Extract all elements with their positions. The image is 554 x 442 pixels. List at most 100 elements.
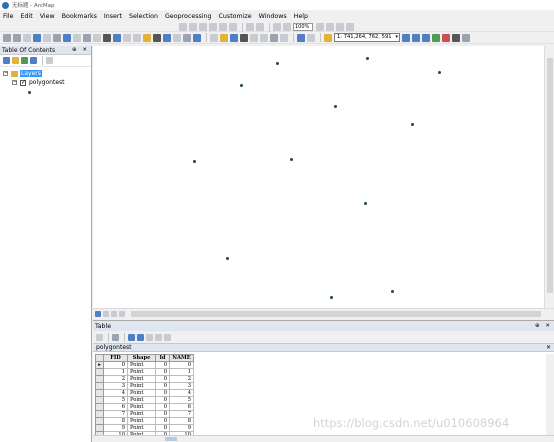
row-selector[interactable] (95, 382, 104, 390)
copy-icon[interactable] (260, 33, 268, 42)
table-row[interactable]: 2 Point 0 2 (95, 375, 194, 383)
column-header-name[interactable]: NAME (169, 354, 194, 362)
measure-icon[interactable] (143, 33, 151, 42)
save-icon[interactable] (230, 33, 238, 42)
menu-insert[interactable]: Insert (104, 13, 122, 20)
table-options-icon[interactable] (96, 333, 103, 341)
layout-view-icon[interactable] (103, 310, 109, 317)
map-point[interactable] (334, 105, 337, 108)
hyperlink-icon[interactable] (123, 33, 131, 42)
tree-row-layers[interactable]: − Layers (3, 70, 42, 77)
layout-pan-icon[interactable] (229, 23, 237, 31)
layer-name[interactable]: polygontest (29, 79, 65, 86)
row-selector[interactable] (95, 375, 104, 383)
clear-table-selection-icon[interactable] (146, 333, 153, 341)
map-point[interactable] (240, 84, 243, 87)
forward-extent-icon[interactable] (209, 23, 217, 31)
cut-icon[interactable] (250, 33, 258, 42)
data-view-icon[interactable] (95, 310, 101, 317)
arctoolbox-icon[interactable] (442, 33, 450, 42)
menu-bookmarks[interactable]: Bookmarks (62, 13, 97, 20)
list-by-visibility-icon[interactable] (21, 57, 28, 64)
find-route-icon[interactable] (163, 33, 171, 42)
table-nav-control[interactable] (165, 437, 177, 441)
whole-page-icon[interactable] (273, 23, 281, 31)
list-by-source-icon[interactable] (12, 57, 19, 64)
forward-arrow-icon[interactable] (73, 33, 81, 42)
clear-selection-icon[interactable] (93, 33, 101, 42)
map-point[interactable] (193, 160, 196, 163)
map-display[interactable] (93, 46, 544, 308)
redo-icon[interactable] (307, 33, 315, 42)
data-driven-pages-icon[interactable] (346, 23, 354, 31)
create-viewer-icon[interactable] (193, 33, 201, 42)
fixed-zoom-icon[interactable] (43, 33, 51, 42)
map-point[interactable] (438, 71, 441, 74)
row-selector[interactable] (95, 368, 104, 376)
change-layout-icon[interactable] (336, 23, 344, 31)
zoom-100-icon[interactable] (283, 23, 291, 31)
map-vertical-scrollbar[interactable] (544, 46, 554, 308)
pause-drawing-icon[interactable] (119, 310, 125, 317)
time-slider-icon[interactable] (183, 33, 191, 42)
table-row[interactable]: 4 Point 0 4 (95, 389, 194, 397)
table-vertical-scrollbar[interactable] (546, 354, 554, 436)
menu-customize[interactable]: Customize (219, 13, 252, 20)
map-point[interactable] (330, 296, 333, 299)
paste-icon[interactable] (270, 33, 278, 42)
select-elements-arrow-icon[interactable] (103, 33, 111, 42)
undo-icon[interactable] (297, 33, 305, 42)
row-selector[interactable] (95, 424, 104, 432)
delete-selected-icon[interactable] (155, 333, 162, 341)
layer-visibility-checkbox[interactable]: ✓ (20, 79, 26, 86)
table-row[interactable]: 7 Point 0 7 (95, 410, 194, 418)
select-by-attributes-icon[interactable] (128, 333, 135, 341)
catalog-window-icon[interactable] (422, 33, 430, 42)
row-selector[interactable] (95, 389, 104, 397)
row-selector[interactable] (95, 403, 104, 411)
new-document-icon[interactable] (210, 33, 218, 42)
toggle-draft-icon[interactable] (316, 23, 324, 31)
layout-zoom-combo[interactable]: 100% (293, 23, 313, 31)
column-header-fid[interactable]: FID (103, 354, 128, 362)
menu-file[interactable]: File (3, 13, 14, 20)
menu-selection[interactable]: Selection (129, 13, 158, 20)
table-pin-close-controls[interactable]: ⊕ ✕ (535, 323, 552, 329)
close-icon[interactable]: ✕ (546, 344, 551, 351)
row-selector[interactable]: ▸ (95, 361, 104, 369)
collapse-icon[interactable]: − (3, 71, 8, 76)
zoom-out-icon[interactable] (13, 33, 21, 42)
row-selector[interactable] (95, 410, 104, 418)
fixed-zoom-out-icon-2[interactable] (53, 33, 61, 42)
tree-row-polygontest[interactable]: − ✓ polygontest (12, 79, 65, 86)
zoom-in-icon[interactable] (3, 33, 11, 42)
map-point[interactable] (364, 202, 367, 205)
menu-view[interactable]: View (40, 13, 55, 20)
find-binoculars-icon[interactable] (153, 33, 161, 42)
page-zoom-out-icon[interactable] (256, 23, 264, 31)
row-selector[interactable] (95, 396, 104, 404)
switch-selection-icon[interactable] (137, 333, 144, 341)
table-row[interactable]: 3 Point 0 3 (95, 382, 194, 390)
map-point[interactable] (276, 62, 279, 65)
fixed-zoom-in-icon[interactable] (179, 23, 187, 31)
menu-help[interactable]: Help (294, 13, 308, 20)
add-data-icon[interactable] (324, 33, 332, 42)
back-arrow-icon[interactable] (63, 33, 71, 42)
map-point[interactable] (226, 257, 229, 260)
python-window-icon[interactable] (452, 33, 460, 42)
table-row[interactable]: 1 Point 0 1 (95, 368, 194, 376)
scrollbar-thumb[interactable] (547, 58, 553, 293)
table-row[interactable]: 5 Point 0 5 (95, 396, 194, 404)
print-icon[interactable] (240, 33, 248, 42)
refresh-icon[interactable] (111, 310, 117, 317)
back-extent-icon[interactable] (199, 23, 207, 31)
fixed-zoom-out-icon[interactable] (189, 23, 197, 31)
model-builder-icon[interactable] (462, 33, 470, 42)
menu-edit[interactable]: Edit (21, 13, 33, 20)
full-extent-icon[interactable] (219, 23, 227, 31)
go-to-xy-icon[interactable] (173, 33, 181, 42)
data-frame-label[interactable]: Layers (20, 70, 42, 77)
collapse-icon[interactable]: − (12, 80, 17, 85)
toc-pin-close-controls[interactable]: ⊕ ✕ (72, 47, 89, 53)
